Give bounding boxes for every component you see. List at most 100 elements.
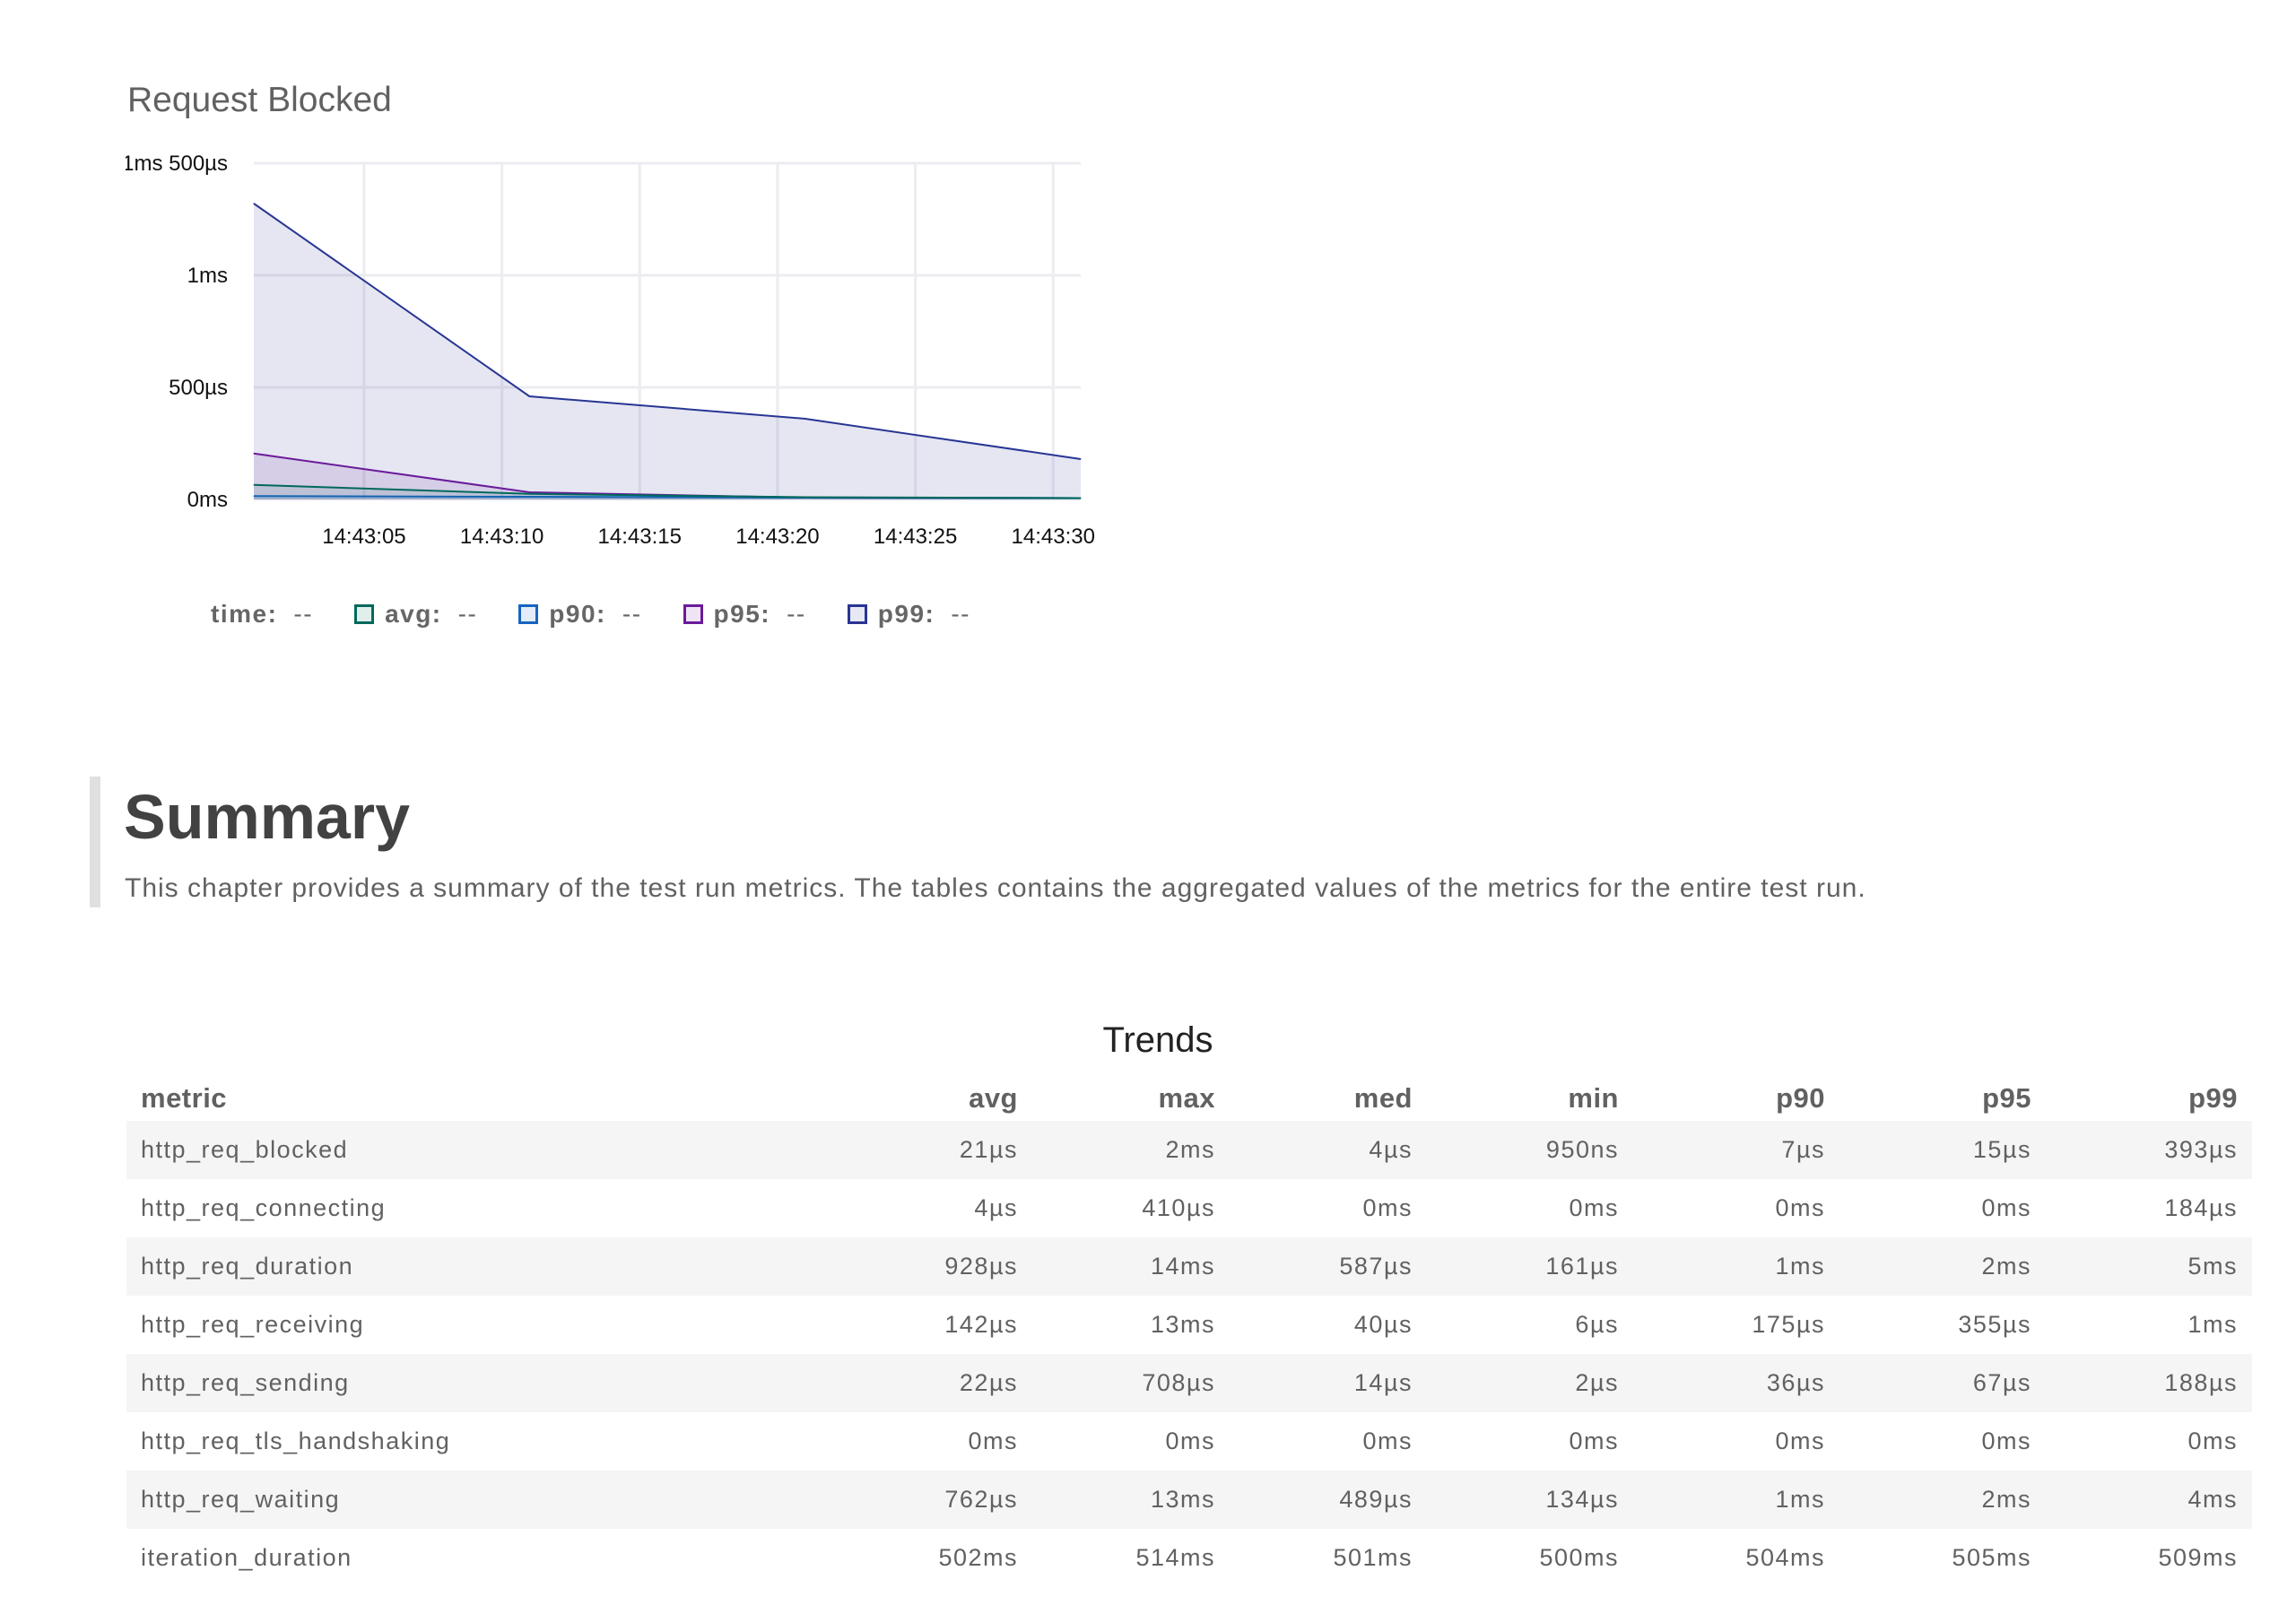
request-blocked-chart[interactable]: 14:43:05 14:43:10 14:43:15 14:43:20 14:43:25… — [126, 81, 1112, 583]
cell-p99: 184µs — [2164, 1194, 2238, 1221]
column-header-max: max — [1158, 1082, 1215, 1114]
cell-max: 13ms — [1032, 1471, 1230, 1529]
cell-p90: 175µs — [1752, 1311, 1825, 1338]
cell-metric: http_req_receiving — [141, 1311, 365, 1338]
trends-table-section: Trends metric avg max med min p90 p95 p9… — [126, 1004, 2252, 1587]
cell-max: 0ms — [1165, 1427, 1215, 1454]
legend-time-value: -- — [293, 600, 314, 628]
summary-accent-bar — [90, 777, 100, 907]
data-point-p99 — [528, 395, 530, 397]
cell-max: 410µs — [1142, 1194, 1215, 1221]
cell-p95: 0ms — [1981, 1427, 2031, 1454]
cell-avg: 0ms — [968, 1427, 1018, 1454]
series-area-p99 — [254, 204, 1081, 499]
cell-min: 161µs — [1427, 1237, 1633, 1296]
y-tick-label: 0ms — [187, 488, 228, 512]
legend-p90-value: -- — [622, 600, 642, 628]
x-tick-label: 14:43:25 — [874, 525, 957, 549]
legend-avg-label: avg: — [385, 600, 442, 628]
data-point-avg — [528, 493, 530, 495]
trends-caption: Trends — [1102, 1020, 1213, 1060]
cell-min: 950ns — [1427, 1121, 1633, 1179]
cell-avg: 142µs — [944, 1311, 1018, 1338]
legend-p95[interactable]: p95: -- — [683, 600, 806, 629]
table-row: http_req_tls_handshaking 0ms 0ms 0ms 0ms 0ms 0… — [126, 1412, 2252, 1471]
legend-avg[interactable]: avg: -- — [354, 600, 477, 629]
legend-p90-label: p90: — [549, 600, 606, 628]
data-point-avg — [253, 484, 255, 486]
column-header-p90: p90 — [1776, 1082, 1825, 1114]
legend-p99[interactable]: p99: -- — [847, 600, 970, 629]
cell-med: 501ms — [1333, 1544, 1413, 1571]
cell-p99: 188µs — [2046, 1354, 2252, 1412]
cell-max: 14ms — [1032, 1237, 1230, 1296]
x-tick-label: 14:43:30 — [1012, 525, 1095, 549]
data-point-p99 — [1080, 458, 1082, 460]
cell-min: 500ms — [1539, 1544, 1619, 1571]
legend-p95-label: p95: — [713, 600, 771, 628]
legend-p90[interactable]: p90: -- — [518, 600, 641, 629]
cell-med: 40µs — [1353, 1311, 1413, 1338]
column-header-avg: avg — [969, 1082, 1018, 1114]
column-header-metric: metric — [141, 1082, 228, 1114]
cell-max: 13ms — [1150, 1311, 1215, 1338]
data-point-p95 — [253, 453, 255, 455]
cell-p99: 509ms — [2158, 1544, 2238, 1571]
cell-min: 0ms — [1569, 1427, 1619, 1454]
cell-metric: http_req_tls_handshaking — [141, 1427, 451, 1454]
column-header-p99: p99 — [2188, 1082, 2238, 1114]
cell-p90: 0ms — [1775, 1194, 1825, 1221]
column-header-med: med — [1353, 1082, 1413, 1114]
cell-avg: 21µs — [835, 1121, 1032, 1179]
data-point-avg — [1080, 498, 1082, 499]
legend-p99-value: -- — [951, 600, 970, 628]
table-row: iteration_duration 502ms 514ms 501ms 500ms 50… — [126, 1529, 2252, 1587]
cell-p95: 15µs — [1839, 1121, 2046, 1179]
legend-p95-value: -- — [787, 600, 806, 628]
data-point-p95 — [528, 491, 530, 493]
cell-min: 6µs — [1575, 1311, 1619, 1338]
table-row: http_req_receiving 142µs 13ms 40µs 6µs 175µs 3… — [126, 1296, 2252, 1354]
y-tick-label: 500µs — [169, 376, 228, 400]
chart-legend: time: -- avg: -- p90: -- p95: -- p99: -- — [211, 592, 1012, 637]
cell-med: 587µs — [1230, 1237, 1427, 1296]
x-tick-label: 14:43:10 — [460, 525, 544, 549]
request-blocked-panel: Request Blocked 14:43:05 14:43:10 14:43:15… — [126, 81, 1112, 655]
cell-med: 4µs — [1230, 1121, 1427, 1179]
cell-med: 0ms — [1362, 1194, 1413, 1221]
cell-metric: iteration_duration — [141, 1544, 352, 1571]
cell-med: 489µs — [1230, 1471, 1427, 1529]
cell-p99: 5ms — [2046, 1237, 2252, 1296]
legend-p95-swatch[interactable] — [683, 604, 703, 624]
table-row: http_req_blocked 21µs 2ms 4µs 950ns 7µs 15µs 39… — [126, 1121, 2252, 1179]
x-tick-label: 14:43:05 — [322, 525, 405, 549]
data-point-p99 — [804, 418, 806, 420]
cell-max: 708µs — [1032, 1354, 1230, 1412]
cell-min: 0ms — [1569, 1194, 1619, 1221]
cell-p90: 504ms — [1745, 1544, 1825, 1571]
cell-metric: http_req_waiting — [126, 1471, 835, 1529]
cell-p90: 0ms — [1775, 1427, 1825, 1454]
legend-p99-label: p99: — [877, 600, 935, 628]
cell-p95: 67µs — [1839, 1354, 2046, 1412]
data-point-avg — [804, 497, 806, 498]
cell-min: 134µs — [1427, 1471, 1633, 1529]
cell-p99: 4ms — [2046, 1471, 2252, 1529]
legend-p99-swatch[interactable] — [847, 604, 867, 624]
y-tick-label: 1ms 500µs — [126, 152, 228, 176]
cell-max: 514ms — [1135, 1544, 1215, 1571]
cell-avg: 502ms — [938, 1544, 1018, 1571]
cell-metric: http_req_duration — [126, 1237, 835, 1296]
cell-avg: 762µs — [835, 1471, 1032, 1529]
cell-p95: 2ms — [1839, 1237, 2046, 1296]
cell-min: 2µs — [1427, 1354, 1633, 1412]
cell-p95: 0ms — [1981, 1194, 2031, 1221]
table-row: http_req_connecting 4µs 410µs 0ms 0ms 0ms 0ms 1… — [126, 1179, 2252, 1237]
cell-p95: 355µs — [1958, 1311, 2031, 1338]
legend-time-label: time: — [211, 600, 278, 628]
cell-avg: 928µs — [835, 1237, 1032, 1296]
legend-p90-swatch[interactable] — [518, 604, 539, 624]
legend-avg-swatch[interactable] — [354, 604, 375, 624]
x-tick-label: 14:43:15 — [598, 525, 682, 549]
cell-avg: 22µs — [835, 1354, 1032, 1412]
